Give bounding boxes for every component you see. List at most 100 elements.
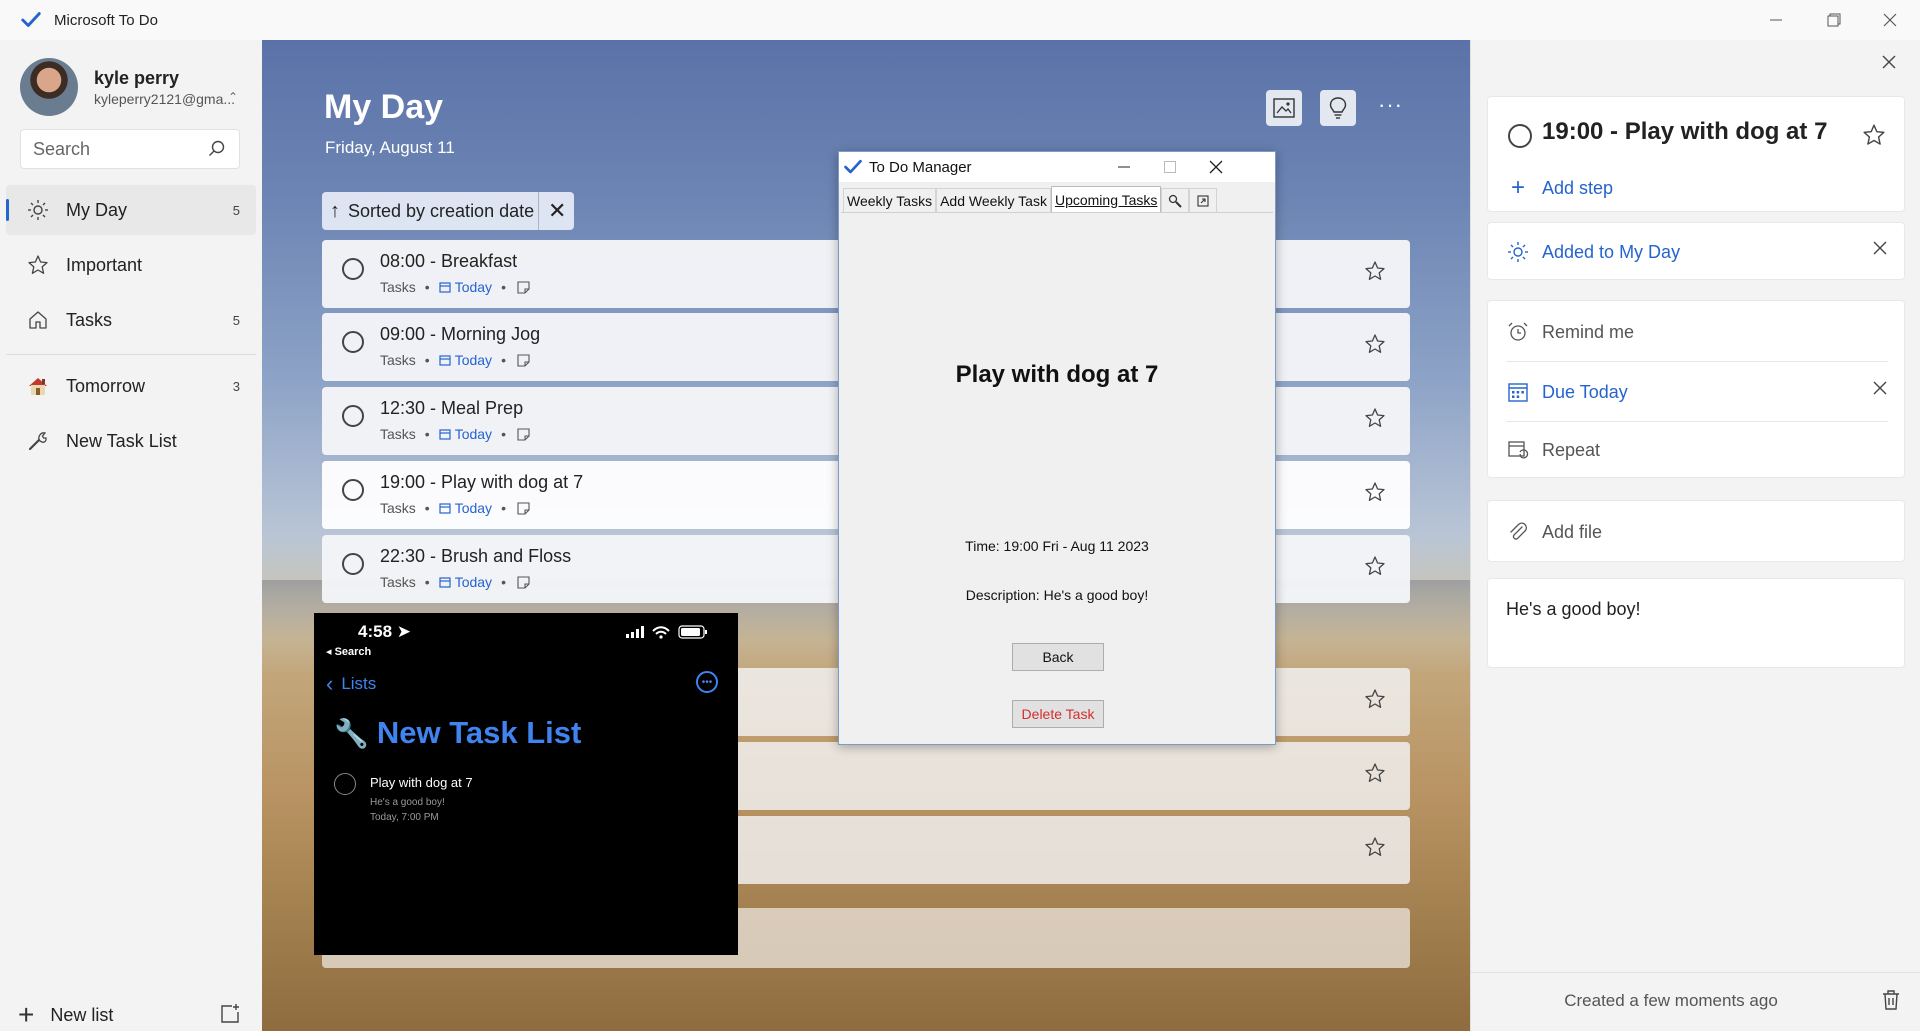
profile[interactable]: kyle perry kyleperry2121@gma... [20,58,235,116]
account-switcher-icon[interactable]: ⌃ [228,90,238,104]
sun-icon [1506,240,1530,264]
sort-chip[interactable]: ↑ Sorted by creation date ✕ [322,192,574,230]
tab-search[interactable] [1161,188,1190,212]
dialog-maximize-button[interactable] [1147,152,1193,182]
new-group-icon[interactable] [218,1002,242,1026]
add-step-button[interactable]: + Add step [1488,159,1906,217]
restore-button[interactable] [1804,0,1864,40]
delete-task-button[interactable]: Delete Task [1012,700,1104,728]
complete-checkbox[interactable] [342,405,364,427]
due-today: Today [439,279,492,295]
remind-me-row[interactable]: Remind me [1488,303,1906,361]
remove-due-date-icon[interactable] [1872,380,1888,396]
back-button[interactable]: Back [1012,643,1104,671]
due-today: Today [439,500,492,516]
sidebar-item-label: New Task List [66,430,177,451]
due-today: Today [439,426,492,442]
importance-star-icon[interactable] [1364,762,1386,784]
note-text[interactable]: He's a good boy! [1506,599,1641,620]
task-title: 19:00 - Play with dog at 7 [380,472,584,492]
importance-star-icon[interactable] [1364,688,1386,710]
maximize-icon [1164,161,1176,173]
battery-icon [678,625,707,639]
task-title: 12:30 - Meal Prep [380,398,524,418]
importance-star-icon[interactable] [1862,123,1886,147]
importance-star-icon[interactable] [1364,481,1386,503]
dialog-minimize-button[interactable] [1101,152,1147,182]
complete-checkbox[interactable] [342,331,364,353]
due-label: Today [454,352,493,368]
dialog-task-description: Description: He's a good boy! [965,587,1149,603]
plus-icon: + [18,999,35,1030]
due-today: Today [439,574,492,590]
tab-weekly-tasks[interactable]: Weekly Tasks [843,188,937,212]
house-emoji-icon [26,374,50,398]
sidebar-item-label: Important [66,254,143,275]
add-file-card: Add file [1487,500,1905,562]
wifi-icon [652,625,670,639]
sidebar-divider [6,354,256,355]
search-icon[interactable] [207,139,227,159]
avatar[interactable] [20,58,78,116]
dialog-tabs: Weekly Tasks Add Weekly Task Upcoming Ta… [843,186,1218,212]
task-meta: Tasks • Today • [380,352,530,368]
export-icon [1197,194,1209,207]
chevron-left-icon: ‹ [326,671,334,696]
profile-email: kyleperry2121@gma... [94,90,236,107]
note-icon [517,353,530,367]
trash-icon[interactable] [1881,989,1901,1011]
due-label: Today [454,279,493,295]
task-title: 08:00 - Breakfast [380,251,518,271]
phone-list-title: 🔧 New Task List [334,715,582,750]
complete-checkbox[interactable] [342,479,364,501]
importance-star-icon[interactable] [1364,555,1386,577]
repeat-row[interactable]: Repeat [1488,421,1906,479]
new-list-label: New list [50,1004,114,1025]
close-pane-icon[interactable] [1881,54,1897,70]
task-list-name: Tasks [380,279,416,295]
sidebar-item-important[interactable]: Important [6,240,256,290]
note-card[interactable]: He's a good boy! [1487,578,1905,668]
add-file-label: Add file [1542,521,1603,542]
sidebar-item-tasks[interactable]: Tasks 5 [6,295,256,345]
task-list-name: Tasks [380,352,416,368]
dialog-close-button[interactable] [1193,152,1239,182]
minimize-button[interactable] [1746,0,1806,40]
importance-star-icon[interactable] [1364,836,1386,858]
remove-my-day-icon[interactable] [1872,240,1888,256]
remove-sort-icon[interactable]: ✕ [548,198,566,224]
close-window-button[interactable] [1860,0,1920,40]
sort-arrow-up-icon: ↑ [330,199,340,222]
tab-upcoming-tasks[interactable]: Upcoming Tasks [1050,186,1162,212]
suggestions-button[interactable] [1320,90,1356,126]
page-date: Friday, August 11 [325,138,455,157]
change-theme-button[interactable] [1266,90,1302,126]
importance-star-icon[interactable] [1364,260,1386,282]
added-to-my-day-row[interactable]: Added to My Day [1488,223,1906,281]
more-options-icon[interactable]: ··· [1378,92,1403,118]
detail-task-title[interactable]: 19:00 - Play with dog at 7 [1542,118,1827,146]
note-icon [517,427,530,441]
complete-checkbox[interactable] [342,553,364,575]
task-meta: Tasks • Today • [380,500,530,516]
search-input[interactable]: Search [20,129,240,169]
complete-checkbox[interactable] [342,258,364,280]
chip-divider [538,192,539,230]
add-file-row[interactable]: Add file [1488,503,1906,561]
tab-export[interactable] [1189,188,1218,212]
importance-star-icon[interactable] [1364,333,1386,355]
sidebar-item-my-day[interactable]: My Day 5 [6,185,256,235]
sidebar-item-tomorrow[interactable]: Tomorrow 3 [6,361,256,411]
new-list-button[interactable]: + New list [0,985,262,1031]
search-icon [1169,194,1183,208]
lightbulb-icon [1329,97,1347,119]
tab-add-weekly-task[interactable]: Add Weekly Task [936,188,1051,212]
sidebar-item-new-task-list[interactable]: New Task List [6,416,256,466]
phone-task-desc: He's a good boy! [370,797,445,808]
importance-star-icon[interactable] [1364,407,1386,429]
plus-icon: + [1510,174,1525,201]
complete-checkbox[interactable] [1508,124,1532,148]
due-date-row[interactable]: Due Today [1488,363,1906,421]
page-title: My Day [324,88,444,126]
remind-me-label: Remind me [1542,321,1635,342]
